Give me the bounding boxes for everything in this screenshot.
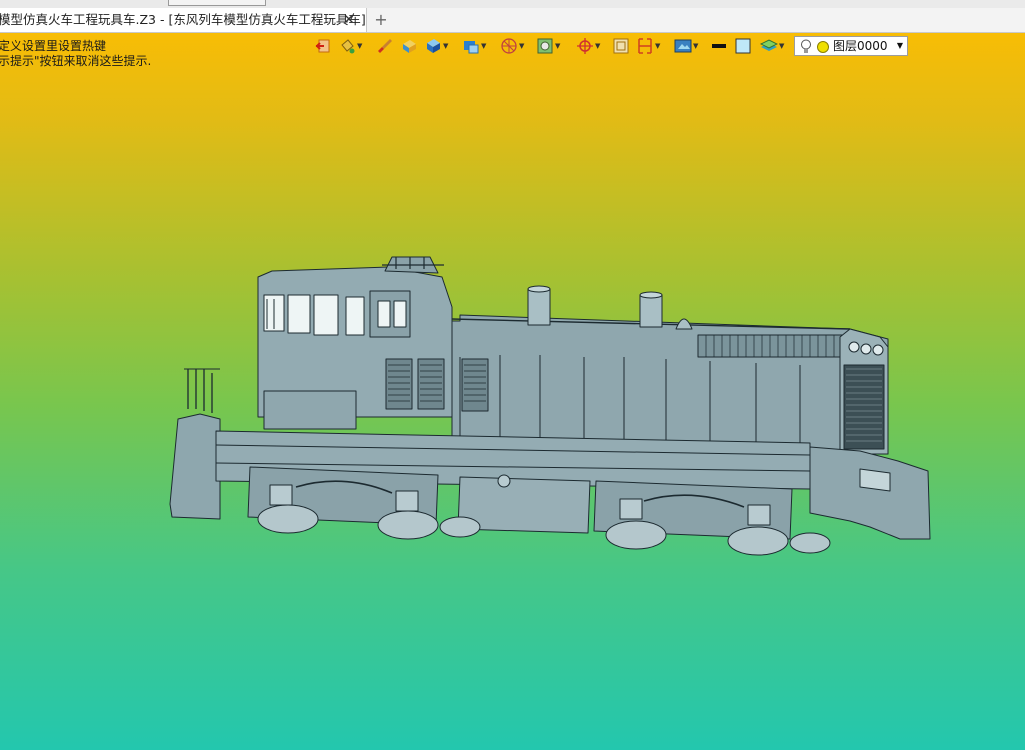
face-color-icon[interactable]	[400, 36, 418, 56]
bracket-icon[interactable]: ▼	[636, 36, 660, 56]
chevron-down-icon: ▼	[896, 41, 903, 50]
layer-dropdown[interactable]: 图层0000 ▼	[794, 36, 908, 56]
document-tab[interactable]: 模型仿真火车工程玩具车.Z3 - [东风列车模型仿真火车工程玩具车] ✕	[0, 8, 367, 32]
layer-name: 图层0000	[833, 39, 888, 53]
close-tab-icon[interactable]: ✕	[343, 8, 355, 32]
locomotive-model[interactable]	[160, 219, 940, 559]
new-tab-button[interactable]: +	[374, 8, 388, 31]
frame-icon[interactable]	[612, 36, 630, 56]
brush-icon[interactable]	[376, 36, 394, 56]
fill-color-swatch[interactable]	[734, 36, 752, 56]
cube-shade-icon[interactable]: ▼	[424, 36, 448, 56]
render-view-icon[interactable]: ▼	[674, 36, 698, 56]
exit-icon[interactable]	[314, 36, 332, 56]
document-tab-title: 模型仿真火车工程玩具车.Z3 - [东风列车模型仿真火车工程玩具车]	[0, 12, 366, 27]
view-box-icon[interactable]: ▼	[536, 36, 560, 56]
quick-access-box[interactable]	[168, 0, 266, 6]
wireframe-sphere-icon[interactable]: ▼	[500, 36, 524, 56]
document-tab-bar: 模型仿真火车工程玩具车.Z3 - [东风列车模型仿真火车工程玩具车] ✕ +	[0, 8, 1025, 33]
light-bulb-icon[interactable]	[800, 39, 812, 54]
paint-bucket-icon[interactable]: ▼	[338, 36, 362, 56]
3d-viewport[interactable]: 定义设置里设置热键 示提示"按钮来取消这些提示. ▼ ▼ ▼ ▼ ▼ ▼ ▼ ▼…	[0, 33, 1025, 750]
line-color-swatch[interactable]	[710, 36, 728, 56]
display-mode-icon[interactable]: ▼	[462, 36, 486, 56]
layer-color-dot[interactable]	[817, 41, 829, 53]
hint-line-2: 示提示"按钮来取消这些提示.	[0, 54, 152, 68]
layer-stack-icon[interactable]: ▼	[760, 36, 784, 56]
axis-target-icon[interactable]: ▼	[576, 36, 600, 56]
